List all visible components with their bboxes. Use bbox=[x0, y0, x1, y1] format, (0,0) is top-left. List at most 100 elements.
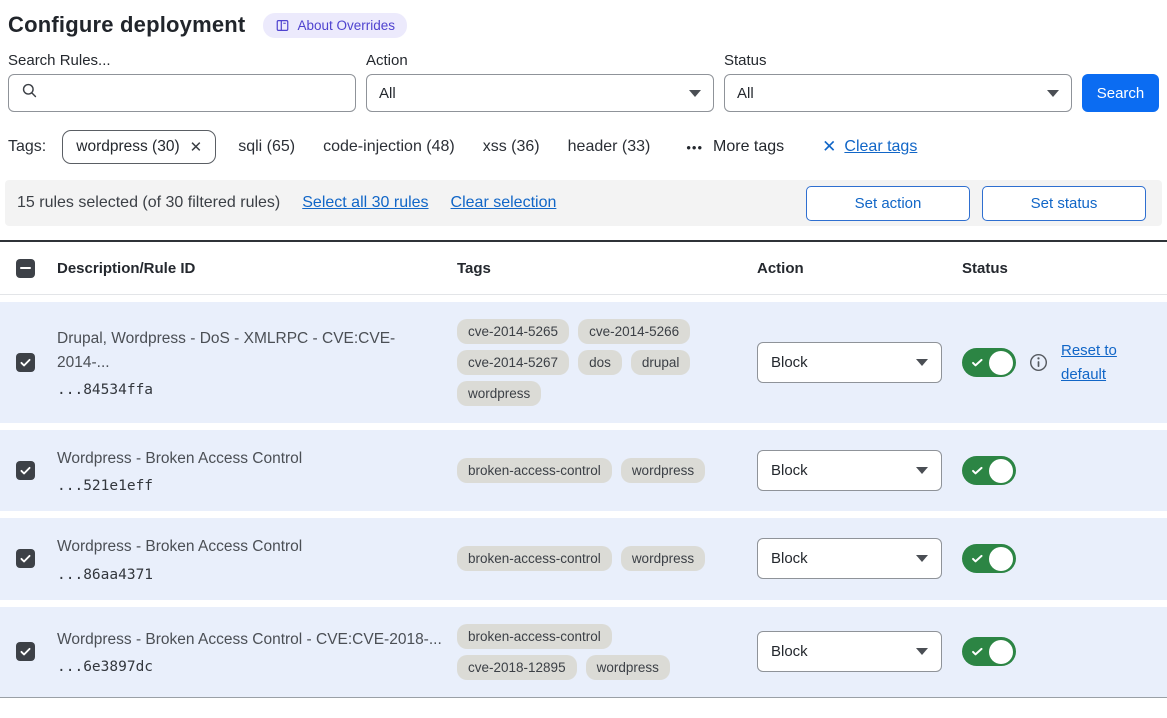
status-filter-select[interactable]: All bbox=[724, 74, 1072, 112]
rule-description: Wordpress - Broken Access Control bbox=[57, 447, 444, 470]
rule-description-cell: Drupal, Wordpress - DoS - XMLRPC - CVE:C… bbox=[44, 327, 444, 398]
rule-description-cell: Wordpress - Broken Access Control ...86a… bbox=[44, 535, 444, 582]
rule-tag: drupal bbox=[631, 350, 691, 375]
rule-tag: wordpress bbox=[457, 381, 541, 406]
tags-bar: Tags: wordpress (30) ✕ sqli (65) code-in… bbox=[8, 130, 1159, 164]
remove-tag-icon[interactable]: ✕ bbox=[190, 138, 203, 156]
rule-id: ...84534ffa bbox=[57, 382, 444, 398]
column-header-status: Status bbox=[949, 260, 1167, 277]
action-filter-select[interactable]: All bbox=[366, 74, 714, 112]
rule-description-cell: Wordpress - Broken Access Control ...521… bbox=[44, 447, 444, 494]
action-filter-value: All bbox=[379, 85, 396, 102]
action-filter-label: Action bbox=[366, 52, 714, 69]
rule-action-cell: Block bbox=[744, 342, 949, 383]
chevron-down-icon bbox=[916, 555, 928, 562]
rule-status-cell bbox=[949, 637, 1167, 666]
rule-tag: cve-2014-5265 bbox=[457, 319, 569, 344]
row-checkbox-checked[interactable] bbox=[16, 642, 35, 661]
titlebar: Configure deployment About Overrides bbox=[8, 12, 1159, 38]
page-title: Configure deployment bbox=[8, 12, 245, 38]
rule-action-select[interactable]: Block bbox=[757, 631, 942, 672]
rule-tag: cve-2018-12895 bbox=[457, 655, 577, 680]
header-checkbox-cell bbox=[0, 259, 44, 278]
search-input-wrap bbox=[8, 74, 356, 112]
ellipsis-icon: ••• bbox=[686, 140, 703, 155]
toggle-knob bbox=[989, 547, 1013, 571]
table-row: Wordpress - Broken Access Control ...86a… bbox=[0, 518, 1167, 599]
tag-xss[interactable]: xss (36) bbox=[483, 138, 540, 156]
status-filter-field: Status All bbox=[724, 52, 1072, 112]
book-icon bbox=[275, 18, 290, 33]
reset-to-default-link[interactable]: Reset to default bbox=[1061, 339, 1125, 387]
configure-deployment-page: Configure deployment About Overrides Sea… bbox=[0, 0, 1167, 698]
clear-selection-link[interactable]: Clear selection bbox=[451, 194, 557, 212]
clear-tags-label: Clear tags bbox=[844, 138, 917, 156]
row-checkbox-cell bbox=[0, 461, 44, 480]
row-checkbox-checked[interactable] bbox=[16, 549, 35, 568]
rule-action-cell: Block bbox=[744, 538, 949, 579]
tag-code-injection[interactable]: code-injection (48) bbox=[323, 138, 455, 156]
tag-sqli[interactable]: sqli (65) bbox=[238, 138, 295, 156]
more-tags-label: More tags bbox=[713, 138, 784, 156]
column-header-description: Description/Rule ID bbox=[44, 260, 444, 277]
action-filter-field: Action All bbox=[366, 52, 714, 112]
rule-action-cell: Block bbox=[744, 631, 949, 672]
status-toggle-on[interactable] bbox=[962, 348, 1016, 377]
rule-tags-cell: broken-access-control cve-2018-12895 wor… bbox=[444, 624, 744, 680]
rule-tag: broken-access-control bbox=[457, 624, 612, 649]
about-overrides-badge[interactable]: About Overrides bbox=[263, 13, 407, 38]
column-header-action: Action bbox=[744, 260, 949, 277]
select-all-checkbox-indeterminate[interactable] bbox=[16, 259, 35, 278]
rule-id: ...6e3897dc bbox=[57, 659, 444, 675]
selection-summary: 15 rules selected (of 30 filtered rules) bbox=[17, 194, 280, 212]
row-checkbox-cell bbox=[0, 353, 44, 372]
row-checkbox-checked[interactable] bbox=[16, 353, 35, 372]
table-header-row: Description/Rule ID Tags Action Status bbox=[0, 242, 1167, 295]
clear-tags-link[interactable]: ✕ Clear tags bbox=[822, 137, 917, 157]
set-action-button[interactable]: Set action bbox=[806, 186, 970, 221]
chevron-down-icon bbox=[689, 90, 701, 97]
toggle-knob bbox=[989, 351, 1013, 375]
info-icon[interactable] bbox=[1029, 353, 1048, 372]
search-button[interactable]: Search bbox=[1082, 74, 1159, 112]
status-toggle-on[interactable] bbox=[962, 456, 1016, 485]
rule-tags-cell: broken-access-control wordpress bbox=[444, 458, 744, 483]
chevron-down-icon bbox=[1047, 90, 1059, 97]
row-checkbox-cell bbox=[0, 642, 44, 661]
rule-action-value: Block bbox=[771, 550, 808, 567]
rules-table: Description/Rule ID Tags Action Status D… bbox=[0, 240, 1167, 698]
search-rules-label: Search Rules... bbox=[8, 52, 356, 69]
tag-header[interactable]: header (33) bbox=[568, 138, 651, 156]
rule-tag: cve-2014-5267 bbox=[457, 350, 569, 375]
selected-tag-wordpress[interactable]: wordpress (30) ✕ bbox=[62, 130, 216, 164]
status-toggle-on[interactable] bbox=[962, 544, 1016, 573]
rule-tag: wordpress bbox=[621, 458, 705, 483]
status-toggle-on[interactable] bbox=[962, 637, 1016, 666]
chevron-down-icon bbox=[916, 467, 928, 474]
rule-id: ...521e1eff bbox=[57, 478, 444, 494]
clear-tags-icon: ✕ bbox=[822, 137, 836, 157]
table-row: Wordpress - Broken Access Control - CVE:… bbox=[0, 607, 1167, 698]
search-input[interactable] bbox=[46, 78, 343, 108]
chevron-down-icon bbox=[916, 359, 928, 366]
row-checkbox-cell bbox=[0, 549, 44, 568]
set-status-button[interactable]: Set status bbox=[982, 186, 1146, 221]
rule-action-select[interactable]: Block bbox=[757, 450, 942, 491]
row-checkbox-checked[interactable] bbox=[16, 461, 35, 480]
rule-status-cell: Reset to default bbox=[949, 339, 1167, 387]
rule-tag: cve-2014-5266 bbox=[578, 319, 690, 344]
more-tags-button[interactable]: ••• More tags bbox=[686, 138, 784, 156]
rule-action-select[interactable]: Block bbox=[757, 342, 942, 383]
rule-tags-cell: broken-access-control wordpress bbox=[444, 546, 744, 571]
rule-description: Drupal, Wordpress - DoS - XMLRPC - CVE:C… bbox=[57, 327, 444, 374]
status-filter-value: All bbox=[737, 85, 754, 102]
rule-id: ...86aa4371 bbox=[57, 567, 444, 583]
rule-action-select[interactable]: Block bbox=[757, 538, 942, 579]
rule-tag: broken-access-control bbox=[457, 546, 612, 571]
table-row: Wordpress - Broken Access Control ...521… bbox=[0, 430, 1167, 511]
rule-tag: wordpress bbox=[621, 546, 705, 571]
rule-status-cell bbox=[949, 544, 1167, 573]
search-rules-field: Search Rules... bbox=[8, 52, 356, 112]
table-row: Drupal, Wordpress - DoS - XMLRPC - CVE:C… bbox=[0, 302, 1167, 423]
select-all-link[interactable]: Select all 30 rules bbox=[302, 194, 428, 212]
